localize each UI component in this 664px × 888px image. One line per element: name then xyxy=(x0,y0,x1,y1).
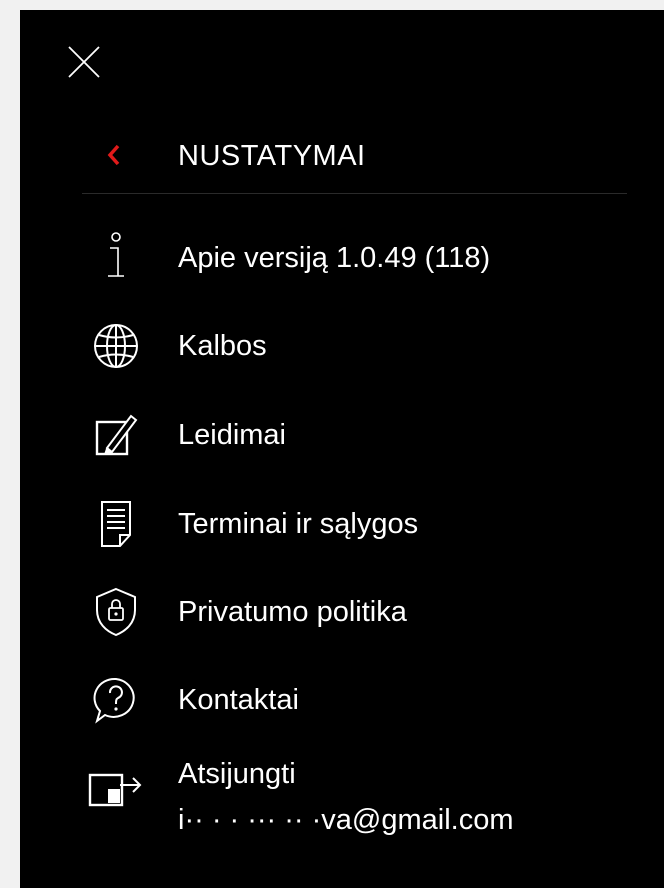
menu-item-about[interactable]: Apie versiją 1.0.49 (118) xyxy=(76,228,636,288)
page-title: NUSTATYMAI xyxy=(178,140,366,172)
logout-icon xyxy=(76,758,156,814)
menu-item-label: Terminai ir sąlygos xyxy=(178,508,419,540)
back-button[interactable] xyxy=(104,142,124,168)
chevron-left-icon xyxy=(104,142,124,168)
menu-item-label: Leidimai xyxy=(178,419,286,451)
menu-item-languages[interactable]: Kalbos xyxy=(76,316,636,376)
settings-panel: NUSTATYMAI Apie versiją 1.0.49 (118) Kal… xyxy=(20,10,664,888)
menu-item-contacts[interactable]: Kontaktai xyxy=(76,670,636,730)
menu-item-privacy[interactable]: Privatumo politika xyxy=(76,582,636,642)
menu-item-terms[interactable]: Terminai ir sąlygos xyxy=(76,494,636,554)
settings-header: NUSTATYMAI xyxy=(20,122,664,182)
document-icon xyxy=(76,496,156,552)
globe-icon xyxy=(76,318,156,374)
menu-item-label: Kontaktai xyxy=(178,684,299,716)
close-icon xyxy=(66,44,102,80)
shield-lock-icon xyxy=(76,584,156,640)
help-bubble-icon xyxy=(76,672,156,728)
menu-item-label: Privatumo politika xyxy=(178,596,407,628)
account-email: i·· · · ··· ·· ·va@gmail.com xyxy=(178,804,514,836)
menu-item-label: Apie versiją 1.0.49 (118) xyxy=(178,242,491,274)
menu-item-label: Kalbos xyxy=(178,330,267,362)
menu-item-label: Atsijungti xyxy=(178,758,296,790)
menu-item-logout[interactable]: Atsijungti i·· · · ··· ·· ·va@gmail.com xyxy=(76,744,636,844)
menu-item-permissions[interactable]: Leidimai xyxy=(76,405,636,465)
edit-permissions-icon xyxy=(76,407,156,463)
divider xyxy=(82,193,627,194)
info-icon xyxy=(76,230,156,286)
close-button[interactable] xyxy=(66,44,102,80)
